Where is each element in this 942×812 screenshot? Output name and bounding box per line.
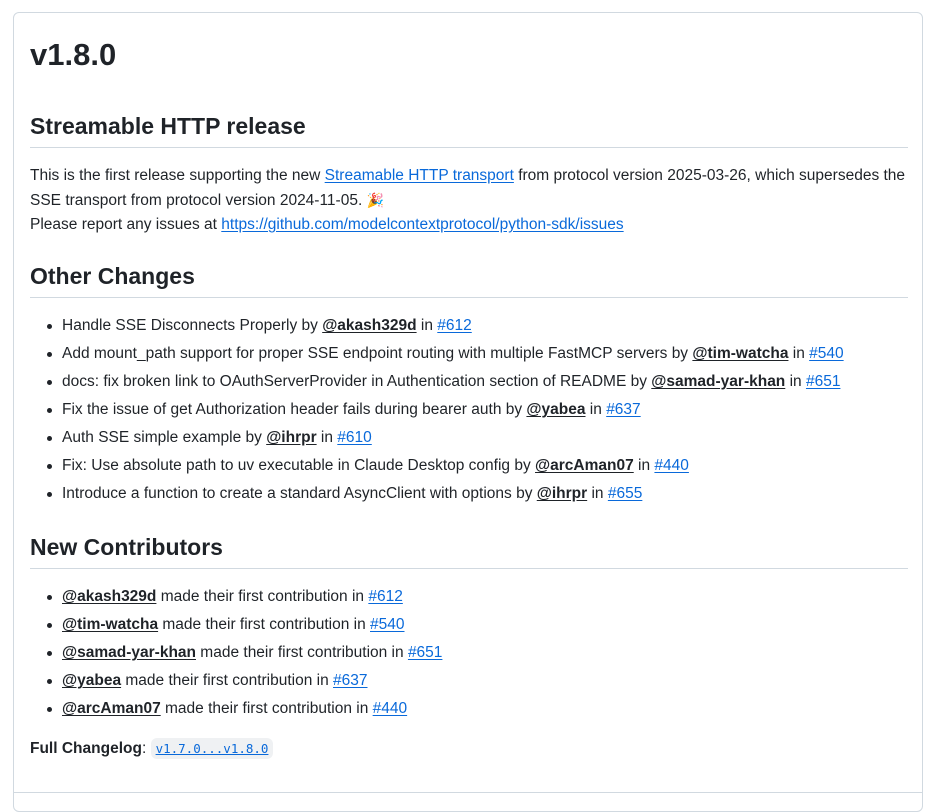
issues-link[interactable]: https://github.com/modelcontextprotocol/… [221,216,623,233]
bullet-icon [47,352,52,357]
contribution-text: made their first contribution in [158,616,371,633]
section-new-contributors: New Contributors @akash329d made their f… [30,532,908,761]
bullet-icon [47,623,52,628]
bullet-icon [47,651,52,656]
full-changelog: Full Changelog: v1.7.0...v1.8.0 [30,737,908,761]
pr-link[interactable]: #612 [437,317,471,334]
release-description: This is the first release supporting the… [30,164,908,237]
section-heading-new-contributors: New Contributors [30,532,908,569]
list-item: @arcAman07 made their first contribution… [30,695,908,723]
pr-link[interactable]: #440 [654,457,688,474]
in-text: in [416,317,438,334]
pr-link[interactable]: #610 [337,429,371,446]
list-item: Fix the issue of get Authorization heade… [30,396,908,424]
party-popper-icon: 🎉 [366,192,385,208]
user-mention-link[interactable]: @samad-yar-khan [62,644,196,661]
change-text: docs: fix broken link to OAuthServerProv… [62,373,652,390]
change-text: Handle SSE Disconnects Properly by [62,317,323,334]
list-item: Introduce a function to create a standar… [30,480,908,508]
list-item: Auth SSE simple example by @ihrpr in #61… [30,424,908,452]
bullet-icon [47,408,52,413]
bullet-icon [47,595,52,600]
user-mention-link[interactable]: @tim-watcha [692,345,788,362]
new-contributors-list: @akash329d made their first contribution… [30,583,908,723]
pr-link[interactable]: #637 [333,672,367,689]
section-heading-other-changes: Other Changes [30,261,908,298]
report-issues-text: Please report any issues at [30,216,222,233]
description-text: This is the first release supporting the… [30,167,325,184]
change-text: Add mount_path support for proper SSE en… [62,345,693,362]
user-mention-link[interactable]: @samad-yar-khan [651,373,785,390]
in-text: in [785,373,806,390]
in-text: in [585,401,607,418]
compare-code: v1.7.0...v1.8.0 [150,738,274,759]
section-heading-streamable: Streamable HTTP release [30,111,908,148]
list-item: @yabea made their first contribution in … [30,667,908,695]
in-text: in [587,485,608,502]
bullet-icon [47,707,52,712]
list-item: Add mount_path support for proper SSE en… [30,340,908,368]
user-mention-link[interactable]: @tim-watcha [62,616,158,633]
change-text: Auth SSE simple example by [62,429,267,446]
list-item: @samad-yar-khan made their first contrib… [30,639,908,667]
in-text: in [633,457,655,474]
full-changelog-label: Full Changelog [30,740,142,757]
bullet-icon [47,679,52,684]
bullet-icon [47,436,52,441]
bullet-icon [47,492,52,497]
section-streamable: Streamable HTTP release This is the firs… [30,111,908,237]
user-mention-link[interactable]: @ihrpr [266,429,316,446]
user-mention-link[interactable]: @yabea [526,401,585,418]
contribution-text: made their first contribution in [156,588,369,605]
list-item: docs: fix broken link to OAuthServerProv… [30,368,908,396]
pr-link[interactable]: #651 [408,644,442,661]
in-text: in [316,429,338,446]
list-item: Handle SSE Disconnects Properly by @akas… [30,312,908,340]
contribution-text: made their first contribution in [196,644,408,661]
pr-link[interactable]: #651 [806,373,840,390]
pr-link[interactable]: #612 [368,588,402,605]
contribution-text: made their first contribution in [121,672,334,689]
change-text: Fix: Use absolute path to uv executable … [62,457,536,474]
streamable-transport-link[interactable]: Streamable HTTP transport [325,167,514,184]
in-text: in [788,345,810,362]
bullet-icon [47,324,52,329]
list-item: @tim-watcha made their first contributio… [30,611,908,639]
compare-link[interactable]: v1.7.0...v1.8.0 [156,741,269,756]
pr-link[interactable]: #637 [606,401,640,418]
user-mention-link[interactable]: @arcAman07 [535,457,634,474]
user-mention-link[interactable]: @ihrpr [537,485,587,502]
change-text: Introduce a function to create a standar… [62,485,537,502]
list-item: @akash329d made their first contribution… [30,583,908,611]
user-mention-link[interactable]: @arcAman07 [62,700,161,717]
contribution-text: made their first contribution in [160,700,373,717]
list-item: Fix: Use absolute path to uv executable … [30,452,908,480]
colon-text: : [141,740,151,757]
card-divider [14,792,922,793]
release-title: v1.8.0 [30,37,117,72]
other-changes-list: Handle SSE Disconnects Properly by @akas… [30,312,908,508]
bullet-icon [47,380,52,385]
pr-link[interactable]: #655 [608,485,642,502]
user-mention-link[interactable]: @akash329d [322,317,416,334]
bullet-icon [47,464,52,469]
pr-link[interactable]: #540 [809,345,843,362]
pr-link[interactable]: #540 [370,616,404,633]
change-text: Fix the issue of get Authorization heade… [62,401,527,418]
release-card: v1.8.0 Streamable HTTP release This is t… [13,12,923,812]
section-other-changes: Other Changes Handle SSE Disconnects Pro… [30,261,908,508]
user-mention-link[interactable]: @akash329d [62,588,156,605]
pr-link[interactable]: #440 [373,700,407,717]
user-mention-link[interactable]: @yabea [62,672,121,689]
